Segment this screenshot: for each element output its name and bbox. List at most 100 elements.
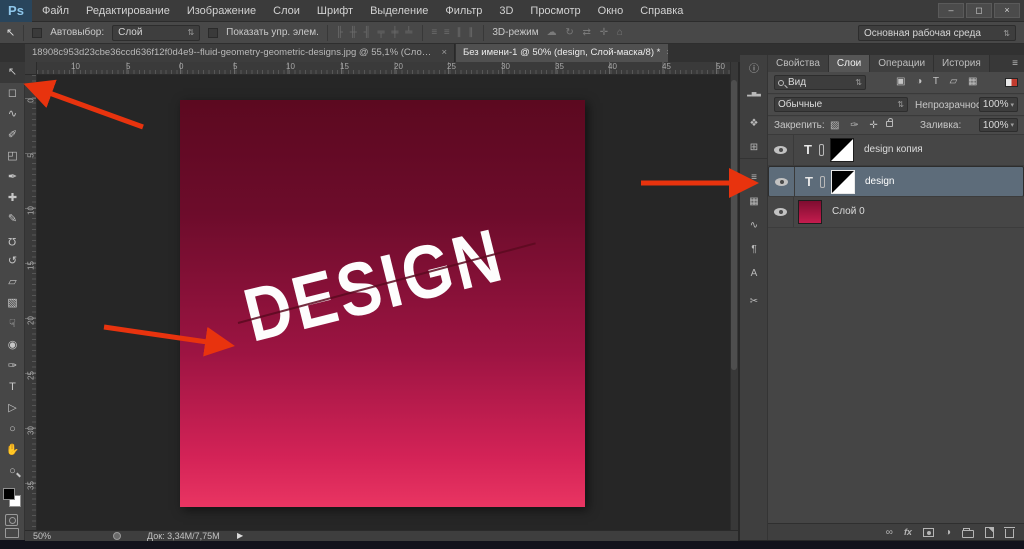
tab-layers[interactable]: Слои xyxy=(829,55,870,72)
menu-3d[interactable]: 3D xyxy=(499,5,513,17)
menu-select[interactable]: Выделение xyxy=(370,5,428,17)
menu-window[interactable]: Окно xyxy=(598,5,624,17)
layers-panel-icon[interactable]: ≡ xyxy=(740,167,768,189)
visibility-cell[interactable] xyxy=(769,167,795,197)
visibility-cell[interactable] xyxy=(768,197,794,227)
clone-stamp-tool[interactable]: Ω xyxy=(0,230,25,251)
clone-source-panel-icon[interactable]: ✂ xyxy=(740,291,768,313)
layer-name[interactable]: design копия xyxy=(864,135,923,165)
visibility-cell[interactable] xyxy=(768,135,794,165)
eye-icon[interactable] xyxy=(775,178,788,186)
eye-icon[interactable] xyxy=(774,208,787,216)
autoselect-target-select[interactable]: Слой ⇅ xyxy=(112,25,200,41)
layer-filter-type-icons[interactable]: ▣ ◑ T ▱ ▦ xyxy=(896,76,982,87)
layer-mask-thumbnail[interactable] xyxy=(830,138,854,162)
delete-layer-icon[interactable] xyxy=(1005,529,1014,538)
pen-tool[interactable]: ✑ xyxy=(0,356,25,377)
close-button[interactable]: × xyxy=(994,3,1020,18)
3d-mode-icons[interactable]: ☁ ↻ ⇄ ✛ ⌂ xyxy=(547,27,626,38)
tab-close-icon[interactable]: × xyxy=(441,44,447,62)
brush-tool[interactable]: ✎ xyxy=(0,209,25,230)
current-tool-icon[interactable]: ↖ xyxy=(6,26,15,39)
layer-name[interactable]: design xyxy=(865,167,894,197)
scrollbar-thumb[interactable] xyxy=(731,80,737,370)
add-mask-icon[interactable] xyxy=(923,528,934,537)
blend-mode-select[interactable]: Обычные ⇅ xyxy=(774,97,908,112)
histogram-panel-icon[interactable]: ▂▅▃ xyxy=(740,83,768,105)
lasso-tool[interactable]: ∿ xyxy=(0,104,25,125)
fill-value[interactable]: 100% ▾ xyxy=(979,118,1018,132)
type-tool[interactable]: T xyxy=(0,377,25,398)
show-transform-controls-checkbox[interactable] xyxy=(208,28,218,38)
layer-effects-icon[interactable]: fx xyxy=(904,527,912,537)
dodge-tool[interactable]: ◉ xyxy=(0,335,25,356)
tab-history[interactable]: История xyxy=(934,55,990,72)
tab-close-icon[interactable]: × xyxy=(666,44,668,62)
link-layers-icon[interactable]: ∞ xyxy=(886,527,893,538)
info-panel-icon[interactable]: ⓘ xyxy=(740,59,768,81)
crop-tool[interactable]: ◰ xyxy=(0,146,25,167)
new-layer-icon[interactable] xyxy=(985,527,994,538)
new-group-icon[interactable] xyxy=(962,530,974,538)
panel-menu-icon[interactable]: ≡ xyxy=(1012,55,1018,72)
healing-brush-tool[interactable]: ✚ xyxy=(0,188,25,209)
vertical-ruler[interactable] xyxy=(25,75,37,530)
minimize-button[interactable]: – xyxy=(938,3,964,18)
tab-actions[interactable]: Операции xyxy=(870,55,934,72)
document-tab-active[interactable]: Без имени-1 @ 50% (design, Слой-маска/8)… xyxy=(456,44,668,62)
swatches-panel-icon[interactable]: ⊞ xyxy=(740,137,768,159)
menu-help[interactable]: Справка xyxy=(640,5,683,17)
history-brush-tool[interactable]: ↺ xyxy=(0,251,25,272)
path-selection-tool[interactable]: ▷ xyxy=(0,398,25,419)
eraser-tool[interactable]: ▱ xyxy=(0,272,25,293)
layer-thumbnail[interactable] xyxy=(798,200,822,224)
color-panel-icon[interactable]: ❖ xyxy=(740,113,768,135)
adjustment-layer-icon[interactable]: ◑ xyxy=(945,527,951,538)
foreground-color-swatch[interactable] xyxy=(3,488,15,500)
lock-all-icon[interactable] xyxy=(886,121,893,127)
menu-filter[interactable]: Фильтр xyxy=(445,5,482,17)
layer-filter-switch-icon[interactable] xyxy=(1005,78,1018,87)
layer-filter-kind-select[interactable]: Вид ⇅ xyxy=(774,75,866,90)
hand-tool[interactable]: ✋ xyxy=(0,440,25,461)
menu-edit[interactable]: Редактирование xyxy=(86,5,170,17)
gradient-tool[interactable]: ▧ xyxy=(0,293,25,314)
menu-file[interactable]: Файл xyxy=(42,5,69,17)
character-panel-icon[interactable]: A xyxy=(740,263,768,285)
layer-row-design-copy[interactable]: T design копия xyxy=(768,135,1024,166)
ellipse-tool[interactable]: ○ xyxy=(0,419,25,440)
quick-selection-tool[interactable]: ✐ xyxy=(0,125,25,146)
menu-type[interactable]: Шрифт xyxy=(317,5,353,17)
horizontal-ruler[interactable] xyxy=(37,62,730,75)
distribute-buttons-icons[interactable]: ≡ ≡ ∥ ∥ xyxy=(431,27,475,38)
layer-mask-thumbnail[interactable] xyxy=(831,170,855,194)
layer-name[interactable]: Слой 0 xyxy=(832,197,865,227)
status-flyout-icon[interactable]: ▶ xyxy=(237,531,243,540)
paths-panel-icon[interactable]: ∿ xyxy=(740,215,768,237)
restore-button[interactable]: ◻ xyxy=(966,3,992,18)
quick-mask-icon[interactable] xyxy=(5,514,18,526)
lock-icons[interactable]: ▨ ✑ ✛ xyxy=(830,120,882,131)
marquee-tool[interactable]: ◻ xyxy=(0,83,25,104)
zoom-level[interactable]: 50% xyxy=(33,531,51,541)
workspace-select[interactable]: Основная рабочая среда ⇅ xyxy=(858,25,1016,41)
move-tool[interactable]: ↖ xyxy=(0,62,25,83)
layer-row-background[interactable]: Слой 0 xyxy=(768,197,1024,228)
paragraph-panel-icon[interactable]: ¶ xyxy=(740,239,768,261)
opacity-value[interactable]: 100% ▾ xyxy=(979,97,1018,112)
eyedropper-tool[interactable]: ✒ xyxy=(0,167,25,188)
menu-image[interactable]: Изображение xyxy=(187,5,256,17)
smudge-tool[interactable]: ☟ xyxy=(0,314,25,335)
zoom-tool[interactable]: ○ xyxy=(0,461,25,482)
document-tab-inactive[interactable]: 18908c953d23cbe36ccd636f12f0d4e9--fluid-… xyxy=(25,44,455,62)
autoselect-checkbox[interactable] xyxy=(32,28,42,38)
menu-view[interactable]: Просмотр xyxy=(530,5,580,17)
ruler-corner[interactable] xyxy=(25,62,37,75)
tab-properties[interactable]: Свойства xyxy=(768,55,829,72)
align-buttons-icons[interactable]: ╟ ╫ ╢ ╤ ╪ ╧ xyxy=(336,27,414,38)
channels-panel-icon[interactable]: ▦ xyxy=(740,191,768,213)
layer-row-design-selected[interactable]: T design xyxy=(768,166,1024,197)
document-size-info[interactable]: Док: 3,34M/7,75M xyxy=(147,531,220,541)
screen-mode-icon[interactable] xyxy=(5,528,19,538)
eye-icon[interactable] xyxy=(774,146,787,154)
